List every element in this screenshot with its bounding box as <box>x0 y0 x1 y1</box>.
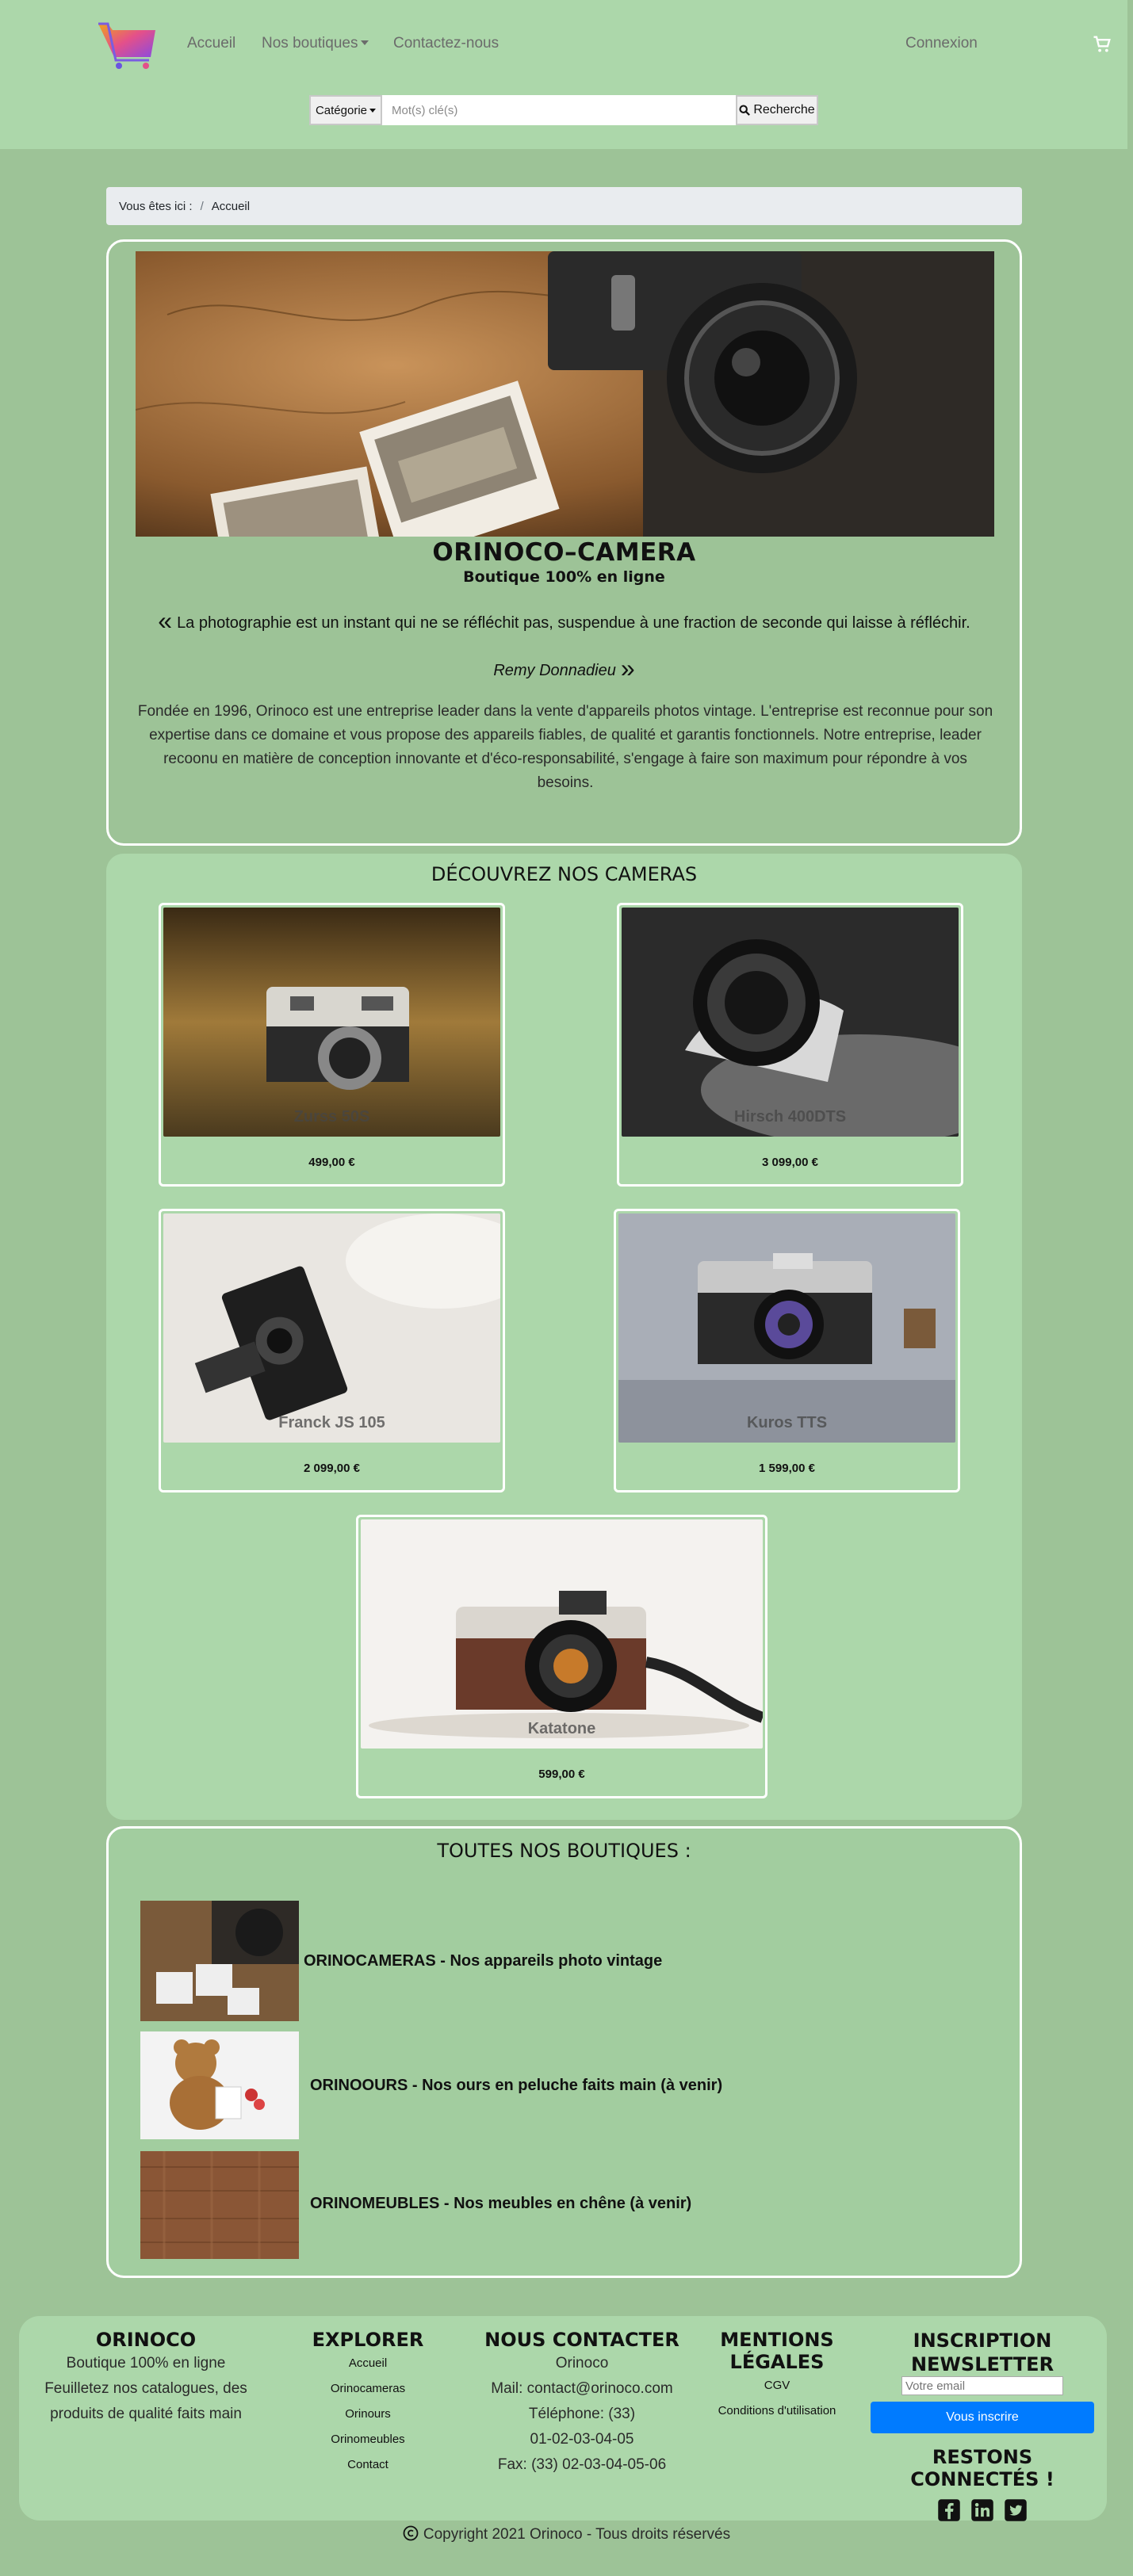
nav-boutiques-label: Nos boutiques <box>262 35 358 52</box>
footer-about-title: ORINOCO <box>95 2329 197 2351</box>
footer-contact-fax: Fax: (33) 02-03-04-05-06 <box>497 2456 667 2473</box>
cart-logo-icon[interactable] <box>97 21 157 70</box>
product-name: Hirsch 400DTS <box>733 1108 847 1126</box>
search-icon <box>739 105 751 116</box>
product-price: 1 599,00 € <box>759 1462 815 1475</box>
footer-link-contact[interactable]: Contact <box>281 2452 455 2478</box>
product-price: 499,00 € <box>308 1156 355 1169</box>
nav-accueil-link[interactable]: Accueil <box>187 35 235 52</box>
about-text: Fondée en 1996, Orinoco est une entrepri… <box>137 703 993 791</box>
shop-link[interactable]: ORINOMEUBLES - Nos meubles en chêne (à v… <box>310 2195 691 2213</box>
search-button[interactable]: Recherche <box>736 95 818 125</box>
copyright: Copyright 2021 Orinoco - Tous droits rés… <box>0 2525 1133 2544</box>
copyright-text: Copyright 2021 Orinoco - Tous droits rés… <box>423 2526 731 2543</box>
cameras-section: DÉCOUVREZ NOS CAMERAS Zurss 50S 499,00 €… <box>106 854 1022 1820</box>
login-link[interactable]: Connexion <box>905 35 978 52</box>
quote-open-icon: « <box>158 606 173 635</box>
footer-about: ORINOCO Boutique 100% en ligne Feuillete… <box>27 2329 265 2427</box>
footer-explore: EXPLORER Accueil Orinocameras Orinours O… <box>281 2329 455 2478</box>
hero-image <box>136 251 994 537</box>
product-image <box>163 908 500 1137</box>
product-card[interactable]: Franck JS 105 2 099,00 € <box>159 1209 505 1492</box>
brand-title: ORINOCO–CAMERA <box>432 538 696 567</box>
shops-title: TOUTES NOS BOUTIQUES : <box>437 1840 691 1862</box>
footer-contact-mail[interactable]: Mail: contact@orinoco.com <box>463 2376 701 2402</box>
footer-legal: MENTIONS LÉGALES CGV Conditions d'utilis… <box>674 2329 880 2424</box>
footer-explore-title: EXPLORER <box>312 2329 424 2351</box>
facebook-icon[interactable] <box>937 2498 961 2522</box>
product-image <box>622 908 959 1137</box>
footer-link-orinocameras[interactable]: Orinocameras <box>281 2376 455 2402</box>
product-card[interactable]: Katatone 599,00 € <box>356 1515 767 1798</box>
breadcrumb-separator: / <box>200 199 204 213</box>
footer: ORINOCO Boutique 100% en ligne Feuillete… <box>19 2316 1107 2521</box>
shop-thumbnail <box>140 2151 299 2259</box>
category-dropdown[interactable]: Catégorie <box>309 95 382 125</box>
cart-icon[interactable] <box>1091 33 1113 55</box>
cameras-title: DÉCOUVREZ NOS CAMERAS <box>431 863 698 885</box>
product-card[interactable]: Hirsch 400DTS 3 099,00 € <box>617 903 963 1187</box>
footer-link-orinomeubles[interactable]: Orinomeubles <box>281 2427 455 2452</box>
nav-boutiques-dropdown[interactable]: Nos boutiques <box>262 35 369 52</box>
product-image <box>618 1213 955 1443</box>
chevron-down-icon <box>369 108 377 113</box>
search-button-label: Recherche <box>753 103 815 117</box>
product-price: 599,00 € <box>538 1768 585 1781</box>
product-card[interactable]: Zurss 50S 499,00 € <box>159 903 505 1187</box>
social-title: RESTONS CONNECTÉS ! <box>910 2446 1055 2490</box>
top-navbar: Accueil Nos boutiques Contactez-nous Con… <box>0 0 1127 149</box>
shop-link[interactable]: ORINOCAMERAS - Nos appareils photo vinta… <box>304 1952 662 1970</box>
footer-contact-phone: Téléphone: (33) 01-02-03-04-05 <box>528 2406 636 2448</box>
footer-about-line: Boutique 100% en ligne <box>66 2355 226 2372</box>
quote-author: Remy Donnadieu <box>493 662 616 679</box>
newsletter-email-input[interactable] <box>901 2376 1063 2395</box>
footer-newsletter: INSCRIPTION NEWSLETTER Vous inscrire RES… <box>867 2329 1097 2522</box>
footer-link-conditions[interactable]: Conditions d'utilisation <box>674 2398 880 2424</box>
product-name: Kuros TTS <box>746 1414 828 1431</box>
chevron-down-icon <box>361 40 369 45</box>
brand-subtitle: Boutique 100% en ligne <box>463 568 665 586</box>
search-input[interactable] <box>382 95 736 125</box>
product-price: 2 099,00 € <box>304 1462 360 1475</box>
newsletter-subscribe-button[interactable]: Vous inscrire <box>871 2402 1094 2433</box>
social-links <box>867 2498 1097 2522</box>
breadcrumb-prefix: Vous êtes ici : <box>119 199 193 213</box>
quote-close-icon: » <box>620 654 635 682</box>
shop-thumbnail <box>140 1901 299 2021</box>
twitter-icon[interactable] <box>1004 2498 1028 2522</box>
copyright-icon <box>403 2525 419 2541</box>
product-price: 3 099,00 € <box>762 1156 818 1169</box>
quote-author-line: Remy Donnadieu» <box>109 654 1020 683</box>
product-name: Zurss 50S <box>293 1108 370 1126</box>
shop-thumbnail <box>140 2031 299 2139</box>
footer-contact-title: NOUS CONTACTER <box>484 2329 679 2351</box>
hero-section: ORINOCO–CAMERA Boutique 100% en ligne «L… <box>106 239 1022 846</box>
quote: «La photographie est un instant qui ne s… <box>109 606 1020 636</box>
footer-about-line: Feuilletez nos catalogues, des produits … <box>44 2380 247 2422</box>
footer-link-accueil[interactable]: Accueil <box>281 2351 455 2376</box>
search-bar: Catégorie Recherche <box>309 95 818 125</box>
product-image <box>163 1213 500 1443</box>
product-card[interactable]: Kuros TTS 1 599,00 € <box>614 1209 960 1492</box>
shops-section: TOUTES NOS BOUTIQUES : ORINOCAMERAS - No… <box>106 1826 1022 2278</box>
footer-contact: NOUS CONTACTER Orinoco Mail: contact@ori… <box>463 2329 701 2478</box>
footer-contact-line: Orinoco <box>555 2355 609 2372</box>
product-name: Franck JS 105 <box>278 1414 385 1431</box>
nav-contact-link[interactable]: Contactez-nous <box>393 35 499 52</box>
quote-text: La photographie est un instant qui ne se… <box>177 614 970 632</box>
category-label: Catégorie <box>315 103 368 117</box>
product-image <box>361 1519 763 1749</box>
footer-link-orinours[interactable]: Orinours <box>281 2402 455 2427</box>
breadcrumb-current[interactable]: Accueil <box>212 200 250 213</box>
breadcrumb: Vous êtes ici : / Accueil <box>106 187 1022 225</box>
linkedin-icon[interactable] <box>970 2498 994 2522</box>
footer-link-cgv[interactable]: CGV <box>674 2373 880 2398</box>
product-name: Katatone <box>527 1720 596 1737</box>
footer-legal-title: MENTIONS LÉGALES <box>720 2329 834 2373</box>
newsletter-title: INSCRIPTION NEWSLETTER <box>910 2329 1055 2375</box>
shop-link[interactable]: ORINOOURS - Nos ours en peluche faits ma… <box>310 2077 722 2095</box>
